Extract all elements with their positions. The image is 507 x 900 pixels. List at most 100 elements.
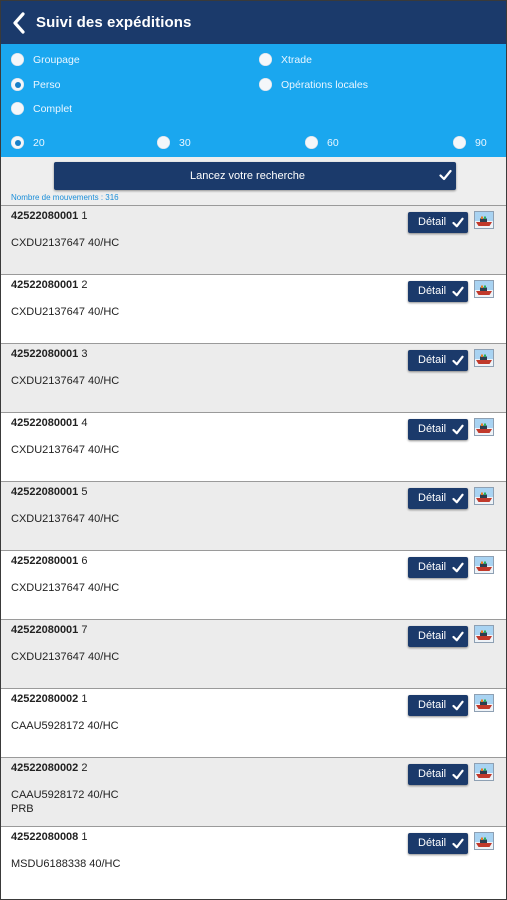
radio-circle-icon[interactable] <box>157 136 170 149</box>
shipment-row: 42522080002 2 CAAU5928172 40/HC PRB Détail <box>1 757 506 826</box>
detail-button[interactable]: Détail <box>408 764 468 785</box>
shipment-reference: 42522080001 4 <box>11 417 87 429</box>
app-header: Suivi des expéditions <box>1 1 506 44</box>
ship-icon[interactable] <box>474 349 494 367</box>
radio-operations-locales[interactable]: Opérations locales <box>259 78 368 91</box>
detail-button[interactable]: Détail <box>408 419 468 440</box>
shipment-seq-number: 4 <box>81 417 88 429</box>
detail-button-label: Détail <box>418 423 447 435</box>
detail-button-label: Détail <box>418 354 447 366</box>
checkmark-icon <box>452 493 464 504</box>
radio-circle-icon[interactable] <box>11 53 24 66</box>
ship-icon[interactable] <box>474 556 494 574</box>
container-info: CXDU2137647 40/HC <box>11 444 120 456</box>
shipment-ref-number: 42522080001 <box>11 486 79 498</box>
radio-checked-icon[interactable] <box>11 78 24 91</box>
ship-icon[interactable] <box>474 418 494 436</box>
shipment-seq-number: 5 <box>81 486 88 498</box>
checkmark-icon <box>452 217 464 228</box>
page-title: Suivi des expéditions <box>36 14 192 31</box>
detail-button[interactable]: Détail <box>408 488 468 509</box>
shipment-seq-number: 1 <box>81 831 88 843</box>
shipment-row: 42522080001 1 CXDU2137647 40/HC Détail <box>1 205 506 274</box>
ship-icon[interactable] <box>474 763 494 781</box>
shipment-ref-number: 42522080001 <box>11 417 79 429</box>
shipment-list: 42522080001 1 CXDU2137647 40/HC Détail 4252… <box>1 205 506 895</box>
shipment-reference: 42522080001 5 <box>11 486 87 498</box>
ship-icon[interactable] <box>474 487 494 505</box>
checkmark-icon <box>439 169 452 181</box>
container-info: CAAU5928172 40/HC <box>11 720 119 732</box>
radio-label: Groupage <box>33 53 80 66</box>
radio-perso[interactable]: Perso <box>11 78 60 91</box>
container-info: CXDU2137647 40/HC <box>11 306 120 318</box>
shipment-ref-number: 42522080001 <box>11 624 79 636</box>
shipment-row: 42522080001 2 CXDU2137647 40/HC Détail <box>1 274 506 343</box>
shipment-ref-number: 42522080001 <box>11 210 79 222</box>
ship-icon[interactable] <box>474 280 494 298</box>
shipment-seq-number: 6 <box>81 555 88 567</box>
radio-xtrade[interactable]: Xtrade <box>259 53 312 66</box>
shipment-reference: 42522080001 7 <box>11 624 87 636</box>
shipment-reference: 42522080002 2 <box>11 762 87 774</box>
radio-period-60[interactable]: 60 <box>305 136 339 149</box>
detail-button[interactable]: Détail <box>408 695 468 716</box>
radio-label: Opérations locales <box>281 78 368 91</box>
radio-complet[interactable]: Complet <box>11 102 72 115</box>
radio-period-30[interactable]: 30 <box>157 136 191 149</box>
ship-icon[interactable] <box>474 211 494 229</box>
shipment-seq-number: 2 <box>81 279 88 291</box>
movement-count: Nombre de mouvements : 316 <box>11 193 119 202</box>
shipment-ref-number: 42522080008 <box>11 831 79 843</box>
checkmark-icon <box>452 562 464 573</box>
detail-button[interactable]: Détail <box>408 350 468 371</box>
search-button[interactable]: Lancez votre recherche <box>54 162 456 190</box>
detail-button-label: Détail <box>418 216 447 228</box>
checkmark-icon <box>452 424 464 435</box>
detail-button[interactable]: Détail <box>408 626 468 647</box>
shipment-row: 42522080001 6 CXDU2137647 40/HC Détail <box>1 550 506 619</box>
radio-circle-icon[interactable] <box>453 136 466 149</box>
radio-checked-icon[interactable] <box>11 136 24 149</box>
ship-icon[interactable] <box>474 832 494 850</box>
radio-circle-icon[interactable] <box>11 102 24 115</box>
container-info: CXDU2137647 40/HC <box>11 237 120 249</box>
detail-button[interactable]: Détail <box>408 212 468 233</box>
back-arrow-icon[interactable] <box>10 11 30 35</box>
shipment-seq-number: 1 <box>81 693 88 705</box>
shipment-row: 42522080002 1 CAAU5928172 40/HC Détail <box>1 688 506 757</box>
shipment-ref-number: 42522080001 <box>11 348 79 360</box>
shipment-reference: 42522080008 1 <box>11 831 87 843</box>
radio-circle-icon[interactable] <box>305 136 318 149</box>
radio-groupage[interactable]: Groupage <box>11 53 80 66</box>
shipment-row: 42522080001 5 CXDU2137647 40/HC Détail <box>1 481 506 550</box>
shipment-row: 42522080001 3 CXDU2137647 40/HC Détail <box>1 343 506 412</box>
radio-period-90[interactable]: 90 <box>453 136 487 149</box>
detail-button[interactable]: Détail <box>408 833 468 854</box>
container-extra: PRB <box>11 803 34 815</box>
shipment-row: 42522080001 4 CXDU2137647 40/HC Détail <box>1 412 506 481</box>
container-info: CXDU2137647 40/HC <box>11 375 120 387</box>
container-info: CXDU2137647 40/HC <box>11 582 120 594</box>
checkmark-icon <box>452 631 464 642</box>
container-info: MSDU6188338 40/HC <box>11 858 121 870</box>
container-info: CXDU2137647 40/HC <box>11 651 120 663</box>
radio-label: 90 <box>475 136 487 149</box>
detail-button[interactable]: Détail <box>408 281 468 302</box>
detail-button[interactable]: Détail <box>408 557 468 578</box>
shipment-reference: 42522080001 3 <box>11 348 87 360</box>
ship-icon[interactable] <box>474 694 494 712</box>
container-info: CXDU2137647 40/HC <box>11 513 120 525</box>
radio-circle-icon[interactable] <box>259 53 272 66</box>
radio-label: 30 <box>179 136 191 149</box>
radio-label: Perso <box>33 78 61 91</box>
shipment-seq-number: 2 <box>81 762 88 774</box>
checkmark-icon <box>452 769 464 780</box>
detail-button-label: Détail <box>418 630 447 642</box>
ship-icon[interactable] <box>474 625 494 643</box>
checkmark-icon <box>452 700 464 711</box>
radio-circle-icon[interactable] <box>259 78 272 91</box>
shipment-seq-number: 3 <box>81 348 88 360</box>
radio-period-20[interactable]: 20 <box>11 136 45 149</box>
detail-button-label: Détail <box>418 561 447 573</box>
